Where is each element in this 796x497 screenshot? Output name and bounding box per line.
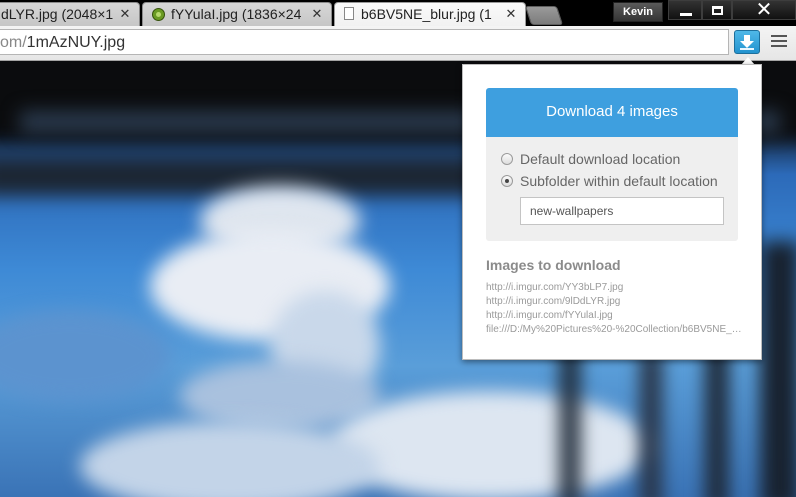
maximize-icon [712,6,723,15]
tab-b6bv5ne-active[interactable]: b6BV5NE_blur.jpg (1 ✕ [334,2,526,26]
green-leaf-favicon-icon [152,8,165,21]
tab-dlyr[interactable]: dLYR.jpg (2048×1 ✕ [0,2,140,26]
images-to-download-heading: Images to download [486,257,621,273]
option-label: Default download location [520,151,681,167]
radio-default-location[interactable] [501,153,513,165]
subfolder-name-input[interactable] [520,197,724,225]
tab-title: dLYR.jpg (2048×1 [1,6,114,22]
list-item: http://i.imgur.com/fYYulaI.jpg [486,310,613,321]
close-icon[interactable]: ✕ [118,7,132,21]
download-extension-button[interactable] [734,30,760,54]
close-window-button[interactable]: ✕ [732,0,796,20]
minimize-icon [680,13,692,16]
profile-button[interactable]: Kevin [613,2,663,22]
list-item: file:///D:/My%20Pictures%20-%20Collectio… [486,324,742,335]
download-popup: Download 4 images Default download locat… [462,64,762,360]
tab-fyyulai[interactable]: fYYulaI.jpg (1836×24 ✕ [142,2,332,26]
close-window-icon: ✕ [755,0,773,21]
page-icon [344,7,354,20]
image-url-list: http://i.imgur.com/YY3bLP7.jpg http://i.… [486,281,742,337]
close-icon[interactable]: ✕ [310,7,324,21]
radio-subfolder[interactable] [501,175,513,187]
download-images-button[interactable]: Download 4 images [486,88,738,137]
tab-title: b6BV5NE_blur.jpg (1 [361,6,492,22]
close-icon[interactable]: ✕ [504,7,518,21]
minimize-button[interactable] [668,0,702,20]
url-path: 1mAzNUY.jpg [26,34,126,51]
option-label: Subfolder within default location [520,173,718,189]
address-bar[interactable]: om/1mAzNUY.jpg [0,29,729,55]
tab-title: fYYulaI.jpg (1836×24 [171,6,302,22]
new-tab-button[interactable] [524,6,564,25]
maximize-button[interactable] [702,0,732,20]
download-location-options: Default download location Subfolder with… [486,137,738,241]
browser-toolbar: om/1mAzNUY.jpg [0,26,796,61]
tab-strip: dLYR.jpg (2048×1 ✕ fYYulaI.jpg (1836×24 … [0,0,796,26]
list-item: http://i.imgur.com/YY3bLP7.jpg [486,282,624,293]
hamburger-menu-icon[interactable] [771,35,787,49]
url-host: om/ [0,34,27,51]
list-item: http://i.imgur.com/9lDdLYR.jpg [486,296,621,307]
download-arrow-icon [740,35,754,50]
